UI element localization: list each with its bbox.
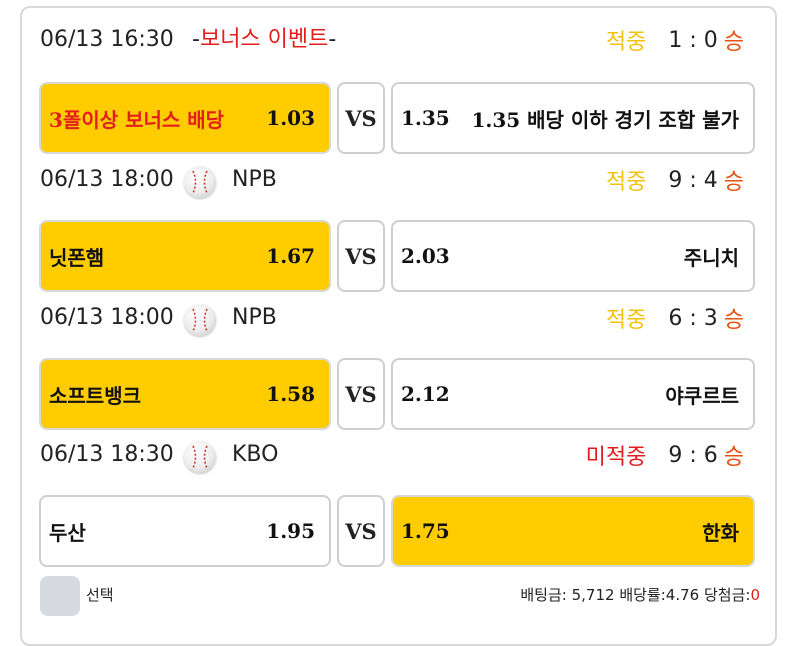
home-team-name: 두산 xyxy=(49,520,86,545)
match-time: 06/13 16:30 xyxy=(40,27,174,52)
match-score: 1 : 0 xyxy=(668,27,718,53)
match-result: 적중 6 : 3 승 xyxy=(606,298,744,338)
away-odd: 2.12 xyxy=(401,382,450,406)
bet-totals: 배팅금: 5,712 배당률:4.76 당첨금:0 xyxy=(520,586,760,604)
vs-button[interactable]: VS xyxy=(337,358,385,430)
baseball-icon xyxy=(184,166,216,198)
match-outcome: 승 xyxy=(723,308,744,333)
vs-button[interactable]: VS xyxy=(337,495,385,567)
league-name: NPB xyxy=(232,305,277,330)
total-odds: 4.76 xyxy=(665,586,700,604)
league-name: KBO xyxy=(232,442,279,467)
match-time: 06/13 18:00 xyxy=(40,167,174,192)
event-title: -보너스 이벤트- xyxy=(192,27,337,52)
home-odds-button[interactable]: 3폴이상 보너스 배당 1.03 xyxy=(39,82,331,154)
select-checkbox[interactable] xyxy=(40,576,80,616)
home-odd: 1.03 xyxy=(266,106,315,130)
bet-summary-footer: 선택 배팅금: 5,712 배당률:4.76 당첨금:0 xyxy=(0,570,800,620)
match-header: 06/13 18:00 NPB 적중 6 : 3 승 xyxy=(0,298,800,338)
match-score: 9 : 4 xyxy=(668,167,718,193)
vs-button[interactable]: VS xyxy=(337,82,385,154)
match-time: 06/13 18:30 xyxy=(40,442,174,467)
league-name: NPB xyxy=(232,167,277,192)
result-status: 적중 xyxy=(605,30,647,55)
payout-amount: 0 xyxy=(750,586,760,604)
odds-row: 닛폰햄 1.67 VS 2.03 주니치 xyxy=(0,220,800,292)
away-team-name: 1.35 배당 이하 경기 조합 불가 xyxy=(471,107,739,132)
match-header: 06/13 18:30 KBO 미적중 9 : 6 승 xyxy=(0,435,800,475)
result-status: 적중 xyxy=(605,170,647,195)
match-result: 미적중 9 : 6 승 xyxy=(586,435,744,475)
match-outcome: 승 xyxy=(723,445,744,470)
away-team-name: 주니치 xyxy=(683,245,739,270)
result-status: 미적중 xyxy=(585,445,647,470)
match-header: 06/13 16:30 -보너스 이벤트- 적중 1 : 0 승 xyxy=(0,20,800,60)
home-odd: 1.95 xyxy=(266,519,315,543)
home-odds-button[interactable]: 두산 1.95 xyxy=(39,495,331,567)
bet-amount: 5,712 xyxy=(571,586,615,604)
home-odds-button[interactable]: 소프트뱅크 1.58 xyxy=(39,358,331,430)
away-odd: 2.03 xyxy=(401,244,450,268)
odds-row: 두산 1.95 VS 1.75 한화 xyxy=(0,495,800,567)
away-odds-button[interactable]: 2.03 주니치 xyxy=(391,220,755,292)
baseball-icon xyxy=(184,441,216,473)
match-header: 06/13 18:00 NPB 적중 9 : 4 승 xyxy=(0,160,800,200)
away-team-name: 한화 xyxy=(702,520,739,545)
select-label: 선택 xyxy=(86,586,114,604)
match-score: 6 : 3 xyxy=(668,305,718,331)
match-result: 적중 9 : 4 승 xyxy=(606,160,744,200)
home-odd: 1.67 xyxy=(266,244,315,268)
odds-row: 소프트뱅크 1.58 VS 2.12 야쿠르트 xyxy=(0,358,800,430)
home-odds-button[interactable]: 닛폰햄 1.67 xyxy=(39,220,331,292)
baseball-icon xyxy=(184,304,216,336)
match-score: 9 : 6 xyxy=(668,442,718,468)
home-team-name: 닛폰햄 xyxy=(49,245,105,270)
away-odds-button[interactable]: 1.35 1.35 배당 이하 경기 조합 불가 xyxy=(391,82,755,154)
home-team-name: 3폴이상 보너스 배당 xyxy=(49,107,225,132)
match-result: 적중 1 : 0 승 xyxy=(606,20,744,60)
away-odds-button[interactable]: 1.75 한화 xyxy=(391,495,755,567)
away-team-name: 야쿠르트 xyxy=(665,383,739,408)
match-time: 06/13 18:00 xyxy=(40,305,174,330)
away-odd: 1.75 xyxy=(401,519,450,543)
match-outcome: 승 xyxy=(723,170,744,195)
vs-button[interactable]: VS xyxy=(337,220,385,292)
home-odd: 1.58 xyxy=(266,382,315,406)
match-outcome: 승 xyxy=(723,30,744,55)
result-status: 적중 xyxy=(605,308,647,333)
away-odd: 1.35 xyxy=(401,106,450,130)
odds-row: 3폴이상 보너스 배당 1.03 VS 1.35 1.35 배당 이하 경기 조… xyxy=(0,82,800,154)
away-odds-button[interactable]: 2.12 야쿠르트 xyxy=(391,358,755,430)
home-team-name: 소프트뱅크 xyxy=(49,383,141,408)
